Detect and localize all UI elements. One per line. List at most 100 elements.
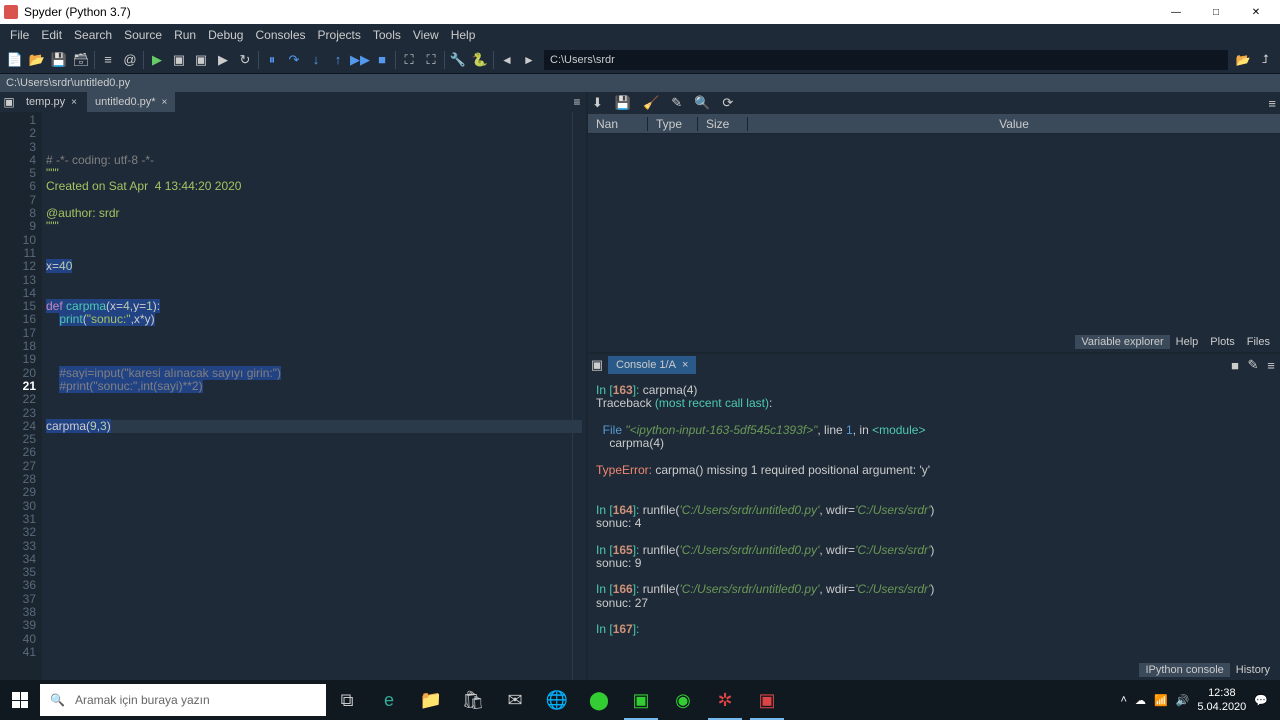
maximize-pane-icon[interactable]: ⛶ xyxy=(398,49,420,71)
menu-search[interactable]: Search xyxy=(68,28,118,42)
explorer-icon[interactable]: 📁 xyxy=(410,680,452,720)
close-icon[interactable]: × xyxy=(162,97,168,108)
close-button[interactable]: ✕ xyxy=(1236,7,1276,18)
variable-header: Nan Type Size Value xyxy=(588,114,1280,134)
close-icon[interactable]: × xyxy=(682,359,688,371)
var-tab[interactable]: Variable explorer xyxy=(1075,335,1169,349)
save-icon[interactable]: 💾 xyxy=(48,49,70,71)
line-gutter: 1234567891011121314151617181920212223242… xyxy=(0,112,42,699)
windows-search-input[interactable]: 🔍 Aramak için buraya yazın xyxy=(40,684,326,716)
parent-dir-icon[interactable]: ⮥ xyxy=(1254,49,1276,71)
outline-icon[interactable]: ≡ xyxy=(97,49,119,71)
editor-pane: ▣ temp.py×untitled0.py*× ≡ 1234567891011… xyxy=(0,92,588,680)
menu-run[interactable]: Run xyxy=(168,28,202,42)
menu-projects[interactable]: Projects xyxy=(312,28,367,42)
rerun-icon[interactable]: ↻ xyxy=(234,49,256,71)
console-bottom-tab[interactable]: IPython console xyxy=(1139,663,1229,677)
minimize-button[interactable]: — xyxy=(1156,7,1196,18)
right-pane: ⬇ 💾 🧹 ✎ 🔍 ⟳ ≡ Nan Type Size Value Variab… xyxy=(588,92,1280,680)
run-icon[interactable]: ▶ xyxy=(146,49,168,71)
chrome-icon[interactable]: 🌐 xyxy=(536,680,578,720)
menu-tools[interactable]: Tools xyxy=(367,28,407,42)
browse-dir-icon[interactable]: 📂 xyxy=(1232,49,1254,71)
debug-icon[interactable]: ⏸ xyxy=(261,49,283,71)
new-file-icon[interactable]: 📄 xyxy=(4,49,26,71)
anaconda-icon[interactable]: ⬤ xyxy=(578,680,620,720)
forward-icon[interactable]: ► xyxy=(518,49,540,71)
recorder-icon[interactable]: ▣ xyxy=(746,680,788,720)
refresh-icon[interactable]: ⟳ xyxy=(722,95,733,111)
clock[interactable]: 12:38 5.04.2020 xyxy=(1197,686,1246,714)
open-file-icon[interactable]: 📂 xyxy=(26,49,48,71)
menu-consoles[interactable]: Consoles xyxy=(249,28,311,42)
col-type[interactable]: Type xyxy=(648,117,698,131)
console-tab-bar: ▣ Console 1/A× ■ ✎ ≡ xyxy=(588,354,1280,376)
maximize-button[interactable]: □ xyxy=(1196,7,1236,18)
clear-icon[interactable]: ✎ xyxy=(1244,357,1262,373)
editor-tab[interactable]: untitled0.py*× xyxy=(87,92,175,112)
start-button[interactable] xyxy=(0,680,40,720)
interrupt-icon[interactable]: ■ xyxy=(1226,358,1244,373)
store-icon[interactable]: 🛍 xyxy=(452,680,494,720)
mail-icon[interactable]: ✉ xyxy=(494,680,536,720)
console-options-icon[interactable]: ≡ xyxy=(1262,358,1280,373)
var-tab[interactable]: Help xyxy=(1170,335,1205,349)
step-over-icon[interactable]: ↷ xyxy=(283,49,305,71)
camtasia-icon[interactable]: ▣ xyxy=(620,680,662,720)
onedrive-icon[interactable]: ☁ xyxy=(1135,694,1146,707)
pane-options-icon[interactable]: ≡ xyxy=(1268,96,1276,111)
col-name[interactable]: Nan xyxy=(588,117,648,131)
stop-debug-icon[interactable]: ■ xyxy=(371,49,393,71)
run-cell-advance-icon[interactable]: ▣ xyxy=(190,49,212,71)
menu-source[interactable]: Source xyxy=(118,28,168,42)
editor-tab[interactable]: temp.py× xyxy=(18,92,85,112)
browse-console-tabs-icon[interactable]: ▣ xyxy=(588,357,606,373)
margin-line xyxy=(572,112,573,699)
var-tab[interactable]: Plots xyxy=(1204,335,1240,349)
console-tab[interactable]: Console 1/A× xyxy=(608,356,696,374)
col-size[interactable]: Size xyxy=(698,117,748,131)
console-body[interactable]: In [163]: carpma(4)Traceback (most recen… xyxy=(588,376,1280,660)
import-data-icon[interactable]: ⬇ xyxy=(592,95,603,111)
variable-tabs: Variable explorerHelpPlotsFiles xyxy=(588,332,1280,352)
search-variable-icon[interactable]: 🔍 xyxy=(694,95,710,111)
python-path-icon[interactable]: 🐍 xyxy=(469,49,491,71)
tray-chevron-icon[interactable]: ˄ xyxy=(1121,694,1127,706)
edge-icon[interactable]: e xyxy=(368,680,410,720)
app-icon[interactable]: ◉ xyxy=(662,680,704,720)
code-area[interactable]: # -*- coding: utf-8 -*-"""Created on Sat… xyxy=(42,112,586,699)
wifi-icon[interactable]: 📶 xyxy=(1154,694,1168,707)
browse-tabs-icon[interactable]: ▣ xyxy=(0,95,18,109)
console-bottom-tab[interactable]: History xyxy=(1230,663,1276,677)
refresh-once-icon[interactable]: 🧹 xyxy=(643,95,659,111)
menubar: FileEditSearchSourceRunDebugConsolesProj… xyxy=(0,24,1280,46)
back-icon[interactable]: ◄ xyxy=(496,49,518,71)
save-all-icon[interactable]: 🗃 xyxy=(70,49,92,71)
continue-icon[interactable]: ▶▶ xyxy=(349,49,371,71)
volume-icon[interactable]: 🔊 xyxy=(1176,694,1190,707)
var-tab[interactable]: Files xyxy=(1241,335,1276,349)
menu-help[interactable]: Help xyxy=(445,28,482,42)
preferences-icon[interactable]: 🔧 xyxy=(447,49,469,71)
step-into-icon[interactable]: ↓ xyxy=(305,49,327,71)
menu-view[interactable]: View xyxy=(407,28,445,42)
fullscreen-icon[interactable]: ⛶ xyxy=(420,49,442,71)
spyder-taskbar-icon[interactable]: ✲ xyxy=(704,680,746,720)
menu-file[interactable]: File xyxy=(4,28,35,42)
at-icon[interactable]: @ xyxy=(119,49,141,71)
notifications-icon[interactable]: 💬 xyxy=(1254,694,1268,707)
save-data-icon[interactable]: 💾 xyxy=(615,95,631,111)
col-value[interactable]: Value xyxy=(748,117,1280,131)
menu-debug[interactable]: Debug xyxy=(202,28,249,42)
close-icon[interactable]: × xyxy=(71,97,77,108)
console-bottom-tabs: IPython consoleHistory xyxy=(588,660,1280,680)
task-view-icon[interactable]: ⧉ xyxy=(326,680,368,720)
run-cell-icon[interactable]: ▣ xyxy=(168,49,190,71)
step-out-icon[interactable]: ↑ xyxy=(327,49,349,71)
menu-edit[interactable]: Edit xyxy=(35,28,68,42)
run-selection-icon[interactable]: ▶ xyxy=(212,49,234,71)
pane-options-icon[interactable]: ≡ xyxy=(568,95,586,109)
working-dir-input[interactable]: C:\Users\srdr xyxy=(544,50,1228,70)
editor-body[interactable]: 1234567891011121314151617181920212223242… xyxy=(0,112,586,699)
remove-all-icon[interactable]: ✎ xyxy=(671,95,682,111)
